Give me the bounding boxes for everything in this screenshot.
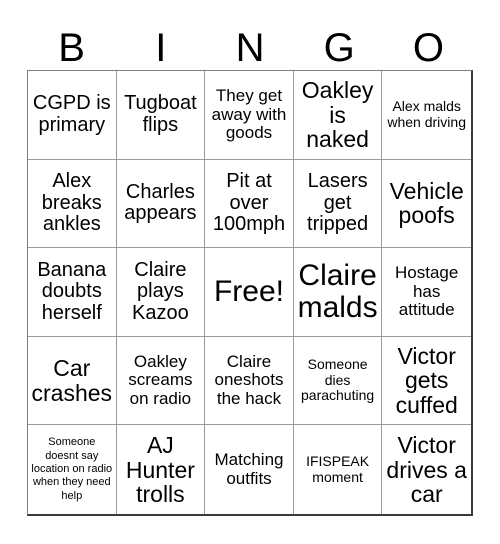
bingo-cell-label: CGPD is primary bbox=[32, 92, 111, 136]
bingo-cell[interactable]: Claire oneshots the hack bbox=[205, 336, 294, 426]
bingo-cell-label: Victor gets cuffed bbox=[395, 343, 458, 418]
bingo-cell[interactable]: They get away with goods bbox=[205, 71, 294, 160]
bingo-cell-label: Someone doesnt say location on radio whe… bbox=[31, 436, 113, 502]
bingo-cell[interactable]: Oakley is naked bbox=[293, 71, 383, 160]
bingo-cell-label: Alex breaks ankles bbox=[41, 170, 102, 236]
bingo-card: B I N G O CGPD is primary Tugboat flips … bbox=[0, 0, 500, 544]
bingo-cell-label: Car crashes bbox=[31, 355, 113, 406]
bingo-cell[interactable]: Claire malds bbox=[293, 248, 383, 337]
bingo-cell[interactable]: Claire plays Kazoo bbox=[116, 248, 206, 337]
bingo-cell-free[interactable]: Free! bbox=[205, 248, 294, 337]
bingo-cell-label: Claire oneshots the hack bbox=[214, 351, 284, 408]
bingo-cell-label: Oakley screams on radio bbox=[128, 351, 193, 408]
bingo-cell-label: Free! bbox=[213, 275, 284, 309]
bingo-cell[interactable]: Someone dies parachuting bbox=[293, 336, 383, 426]
bingo-cell[interactable]: Charles appears bbox=[116, 159, 206, 249]
bingo-cell[interactable]: CGPD is primary bbox=[28, 71, 117, 160]
bingo-cell[interactable]: Matching outfits bbox=[205, 425, 294, 514]
bingo-cell[interactable]: Pit at over 100mph bbox=[205, 159, 294, 249]
bingo-cell[interactable]: Hostage has attitude bbox=[382, 248, 471, 337]
bingo-header-letter-g: G bbox=[323, 26, 355, 70]
bingo-cell[interactable]: Someone doesnt say location on radio whe… bbox=[28, 425, 117, 514]
bingo-header-letter-b: B bbox=[58, 26, 85, 70]
bingo-cell-label: Tugboat flips bbox=[124, 92, 197, 136]
bingo-cell-label: AJ Hunter trolls bbox=[125, 432, 195, 507]
bingo-cell-label: Hostage has attitude bbox=[395, 263, 459, 320]
bingo-header-row: B I N G O bbox=[27, 16, 473, 70]
bingo-cell-label: Lasers get tripped bbox=[307, 170, 369, 236]
bingo-cell[interactable]: AJ Hunter trolls bbox=[116, 425, 206, 514]
bingo-cell-label: Alex malds when driving bbox=[387, 98, 466, 130]
bingo-cell-label: Claire malds bbox=[297, 259, 378, 324]
bingo-cell-label: Vehicle poofs bbox=[389, 178, 464, 229]
bingo-cell[interactable]: Vehicle poofs bbox=[382, 159, 471, 249]
bingo-cell[interactable]: IFISPEAK moment bbox=[293, 425, 383, 514]
bingo-cell-label: They get away with goods bbox=[211, 86, 287, 143]
bingo-cell[interactable]: Oakley screams on radio bbox=[116, 336, 206, 426]
bingo-cell-label: Pit at over 100mph bbox=[212, 170, 286, 236]
bingo-cell[interactable]: Victor drives a car bbox=[382, 425, 471, 514]
bingo-grid: CGPD is primary Tugboat flips They get a… bbox=[27, 70, 473, 516]
bingo-cell[interactable]: Banana doubts herself bbox=[28, 248, 117, 337]
bingo-cell[interactable]: Car crashes bbox=[28, 336, 117, 426]
bingo-cell[interactable]: Lasers get tripped bbox=[293, 159, 383, 249]
bingo-cell-label: Banana doubts herself bbox=[37, 258, 107, 324]
bingo-cell-label: Someone dies parachuting bbox=[301, 356, 375, 404]
bingo-cell-label: Victor drives a car bbox=[386, 432, 467, 507]
bingo-cell-label: Matching outfits bbox=[214, 450, 284, 488]
bingo-cell[interactable]: Alex breaks ankles bbox=[28, 159, 117, 249]
bingo-cell[interactable]: Alex malds when driving bbox=[382, 71, 471, 160]
bingo-cell-label: Claire plays Kazoo bbox=[132, 258, 189, 324]
bingo-cell[interactable]: Tugboat flips bbox=[116, 71, 206, 160]
bingo-cell-label: Oakley is naked bbox=[301, 77, 374, 152]
bingo-cell-label: Charles appears bbox=[124, 181, 197, 225]
bingo-cell[interactable]: Victor gets cuffed bbox=[382, 336, 471, 426]
bingo-cell-label: IFISPEAK moment bbox=[306, 453, 370, 485]
bingo-header-letter-o: O bbox=[412, 26, 444, 70]
bingo-header-letter-i: I bbox=[155, 26, 167, 70]
bingo-header-letter-n: N bbox=[235, 26, 265, 70]
